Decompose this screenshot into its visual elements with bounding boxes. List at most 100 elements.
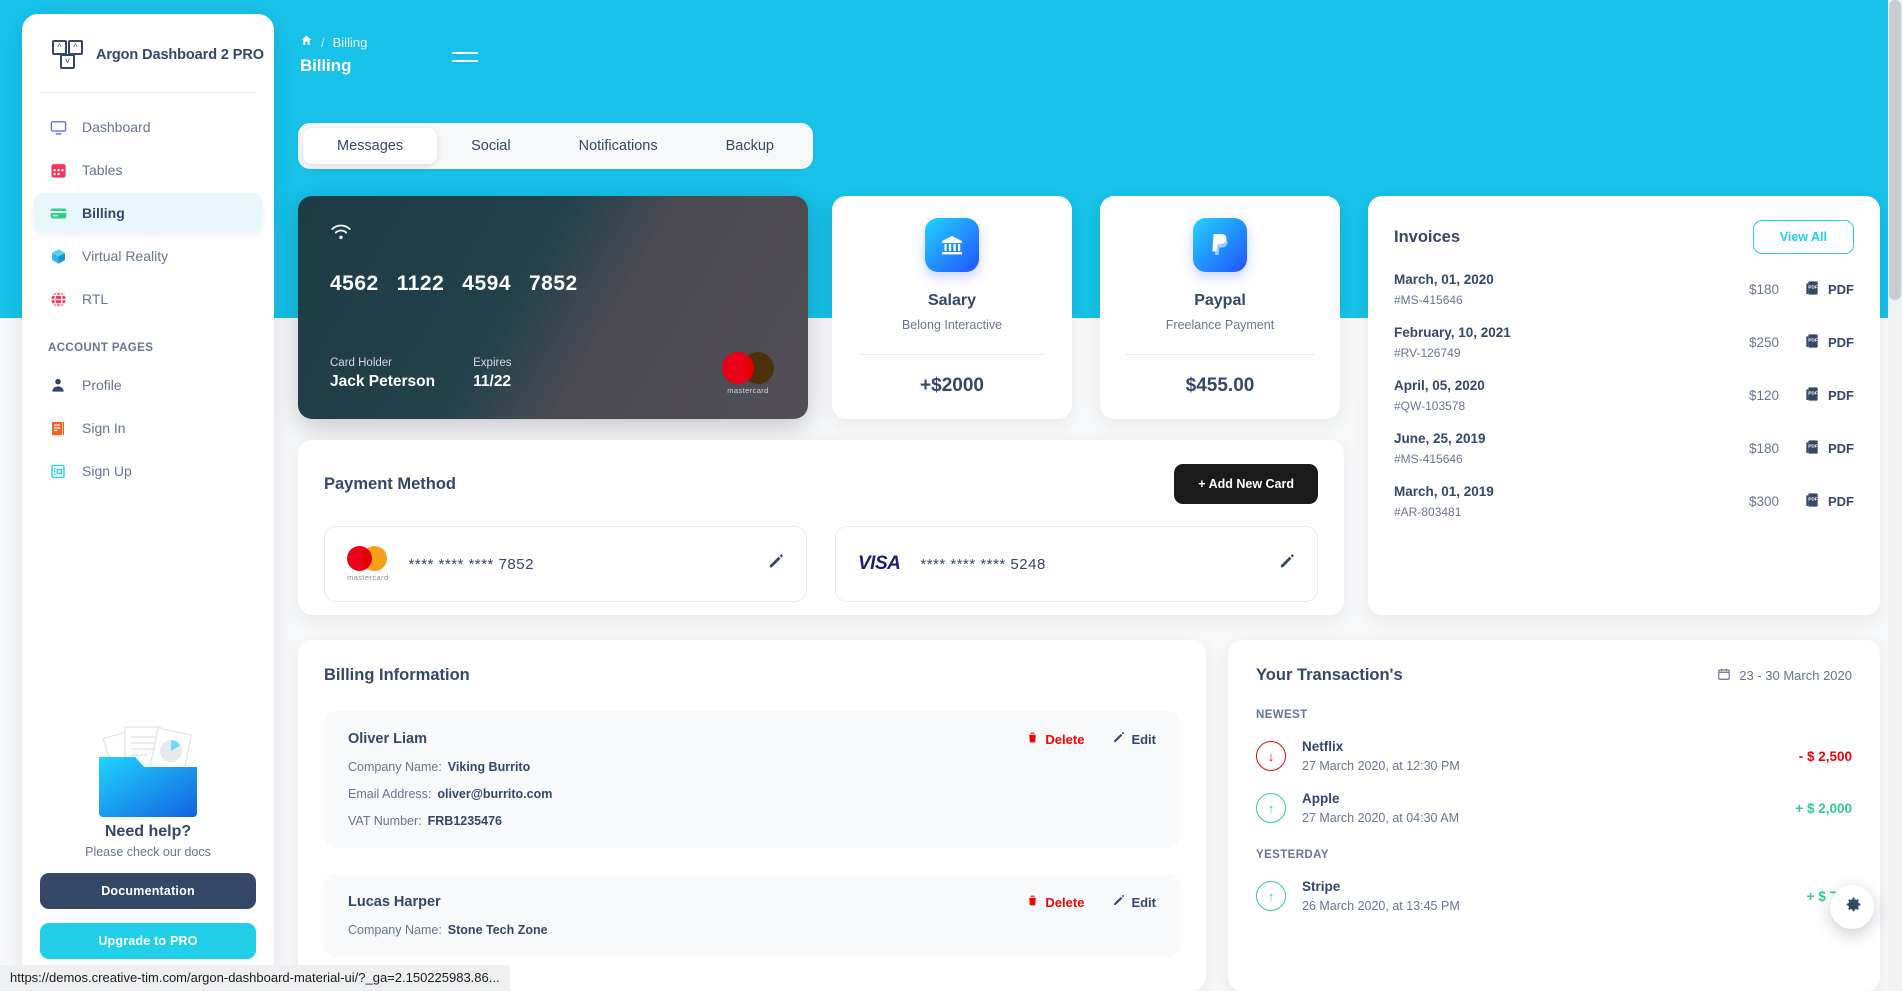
invoice-amount: $180 — [1748, 282, 1779, 297]
invoice-row[interactable]: April, 05, 2020 #QW-103578 $120 PDF PDF — [1394, 378, 1854, 413]
invoice-pdf-button[interactable]: PDF PDF — [1805, 386, 1854, 405]
transaction-row[interactable]: ↓ Netflix 27 March 2020, at 12:30 PM - $… — [1256, 739, 1852, 773]
sidebar-nav: Dashboard Tables Billing Virtual Reality… — [22, 107, 274, 491]
invoice-date: April, 05, 2020 — [1394, 378, 1485, 393]
page-header: / Billing Billing — [300, 34, 367, 76]
tab-social[interactable]: Social — [437, 128, 545, 164]
upgrade-to-pro-button[interactable]: Upgrade to PRO — [40, 923, 256, 959]
tab-notifications[interactable]: Notifications — [545, 128, 692, 164]
svg-text:PDF: PDF — [1808, 338, 1817, 343]
card-number-group: 4594 — [462, 272, 511, 295]
card-number-group: 4562 — [330, 272, 379, 295]
stat-amount: +$2000 — [920, 375, 984, 396]
billing-entry: Oliver Liam Delete Edit Company Name: Vik… — [324, 711, 1180, 848]
invoice-pdf-button[interactable]: PDF PDF — [1805, 439, 1854, 458]
tab-messages[interactable]: Messages — [303, 128, 438, 164]
transactions-panel: Your Transaction's 23 - 30 March 2020 NE… — [1228, 640, 1880, 991]
tab-backup[interactable]: Backup — [692, 128, 808, 164]
invoice-id: #AR-803481 — [1394, 505, 1462, 519]
invoice-date: March, 01, 2019 — [1394, 484, 1494, 499]
user-icon — [48, 375, 68, 395]
sidebar-item-sign-in[interactable]: Sign In — [34, 408, 262, 448]
invoice-pdf-button[interactable]: PDF PDF — [1805, 333, 1854, 352]
home-icon[interactable] — [300, 34, 313, 50]
invoice-id: #RV-126749 — [1394, 346, 1461, 360]
arrow-up-icon: ↑ — [1256, 793, 1286, 823]
stat-subtitle: Belong Interactive — [901, 318, 1003, 332]
payment-method-list: mastercard **** **** **** 7852 VISA ****… — [324, 526, 1318, 602]
sidebar-item-label: RTL — [82, 291, 109, 307]
sidebar-item-tables[interactable]: Tables — [34, 150, 262, 190]
sidebar-item-virtual-reality[interactable]: Virtual Reality — [34, 236, 262, 276]
invoice-row[interactable]: March, 01, 2020 #MS-415646 $180 PDF PDF — [1394, 272, 1854, 307]
edit-button[interactable]: Edit — [1112, 894, 1156, 910]
page-title: Billing — [300, 56, 352, 75]
invoice-row[interactable]: February, 10, 2021 #RV-126749 $250 PDF P… — [1394, 325, 1854, 360]
payment-method-header: Payment Method + Add New Card — [324, 464, 1318, 504]
card-number-group: 7852 — [529, 272, 578, 295]
payment-card-visa[interactable]: VISA **** **** **** 5248 — [835, 526, 1318, 602]
credit-card-icon — [48, 203, 68, 223]
stat-amount: $455.00 — [1185, 375, 1255, 396]
delete-label: Delete — [1045, 894, 1085, 910]
invoice-pdf-button[interactable]: PDF PDF — [1805, 492, 1854, 511]
transaction-name: Stripe — [1302, 879, 1341, 894]
transactions-date-range[interactable]: 23 - 30 March 2020 — [1717, 667, 1852, 684]
sidebar-item-billing[interactable]: Billing — [34, 193, 262, 233]
add-new-card-button[interactable]: + Add New Card — [1174, 464, 1318, 504]
stat-subtitle: Freelance Payment — [1165, 318, 1275, 332]
pencil-icon[interactable] — [767, 553, 784, 575]
billing-vat-label: VAT Number: — [348, 814, 422, 828]
transactions-title: Your Transaction's — [1256, 666, 1403, 684]
billing-vat-value: FRB1235476 — [427, 814, 502, 828]
svg-text:PDF: PDF — [1808, 285, 1817, 290]
billing-company-label: Company Name: — [348, 760, 442, 774]
invoices-panel: Invoices View All March, 01, 2020 #MS-41… — [1368, 196, 1880, 615]
delete-button[interactable]: Delete — [1026, 894, 1084, 910]
breadcrumb-current[interactable]: Billing — [333, 35, 368, 50]
sidebar-item-dashboard[interactable]: Dashboard — [34, 107, 262, 147]
invoice-row[interactable]: June, 25, 2019 #MS-415646 $180 PDF PDF — [1394, 431, 1854, 466]
invoice-row[interactable]: March, 01, 2019 #AR-803481 $300 PDF PDF — [1394, 484, 1854, 519]
payment-card-mastercard[interactable]: mastercard **** **** **** 7852 — [324, 526, 807, 602]
documentation-button[interactable]: Documentation — [40, 873, 256, 909]
sidebar-item-rtl[interactable]: RTL — [34, 279, 262, 319]
sidebar-item-sign-up[interactable]: Sign Up — [34, 451, 262, 491]
divider — [858, 354, 1046, 355]
transaction-time: 27 March 2020, at 12:30 PM — [1302, 759, 1460, 773]
sidebar-item-label: Profile — [82, 377, 122, 393]
brand[interactable]: ^ ^ ˅ Argon Dashboard 2 PRO — [22, 14, 274, 92]
pencil-icon[interactable] — [1278, 553, 1295, 575]
scrollbar-thumb[interactable] — [1889, 0, 1901, 300]
transaction-row[interactable]: ↑ Apple 27 March 2020, at 04:30 AM + $ 2… — [1256, 791, 1852, 825]
delete-button[interactable]: Delete — [1026, 731, 1084, 747]
transaction-amount: + $ 2,000 — [1795, 800, 1852, 816]
invoice-date: February, 10, 2021 — [1394, 325, 1511, 340]
sidebar-item-profile[interactable]: Profile — [34, 365, 262, 405]
billing-company-row: Company Name: Stone Tech Zone — [348, 923, 1156, 937]
invoice-id: #MS-415646 — [1394, 293, 1463, 307]
billing-entry-name: Oliver Liam — [348, 731, 427, 747]
pdf-file-icon: PDF — [1805, 280, 1821, 299]
edit-button[interactable]: Edit — [1112, 731, 1156, 747]
billing-information-panel: Billing Information Oliver Liam Delete E… — [298, 640, 1206, 991]
sidebar-item-label: Tables — [82, 162, 123, 178]
page-scrollbar[interactable] — [1888, 0, 1902, 991]
card-expires-value: 11/22 — [473, 373, 512, 390]
hamburger-menu-icon[interactable] — [452, 52, 478, 70]
transaction-time: 27 March 2020, at 04:30 AM — [1302, 811, 1460, 825]
mastercard-icon: mastercard — [722, 352, 774, 395]
pdf-label: PDF — [1828, 335, 1854, 350]
billing-company-value: Stone Tech Zone — [447, 923, 548, 937]
transaction-row[interactable]: ↑ Stripe 26 March 2020, at 13:45 PM + $ … — [1256, 879, 1852, 913]
invoice-pdf-button[interactable]: PDF PDF — [1805, 280, 1854, 299]
invoice-date: March, 01, 2020 — [1394, 272, 1494, 287]
invoice-id: #QW-103578 — [1394, 399, 1466, 413]
stat-name: Salary — [927, 292, 977, 309]
settings-fab-button[interactable] — [1830, 885, 1874, 929]
invoice-amount: $300 — [1748, 494, 1779, 509]
pdf-label: PDF — [1828, 282, 1854, 297]
billing-company-row: Company Name: Viking Burrito — [348, 760, 1156, 774]
billing-company-value: Viking Burrito — [447, 760, 531, 774]
view-all-button[interactable]: View All — [1752, 220, 1854, 254]
